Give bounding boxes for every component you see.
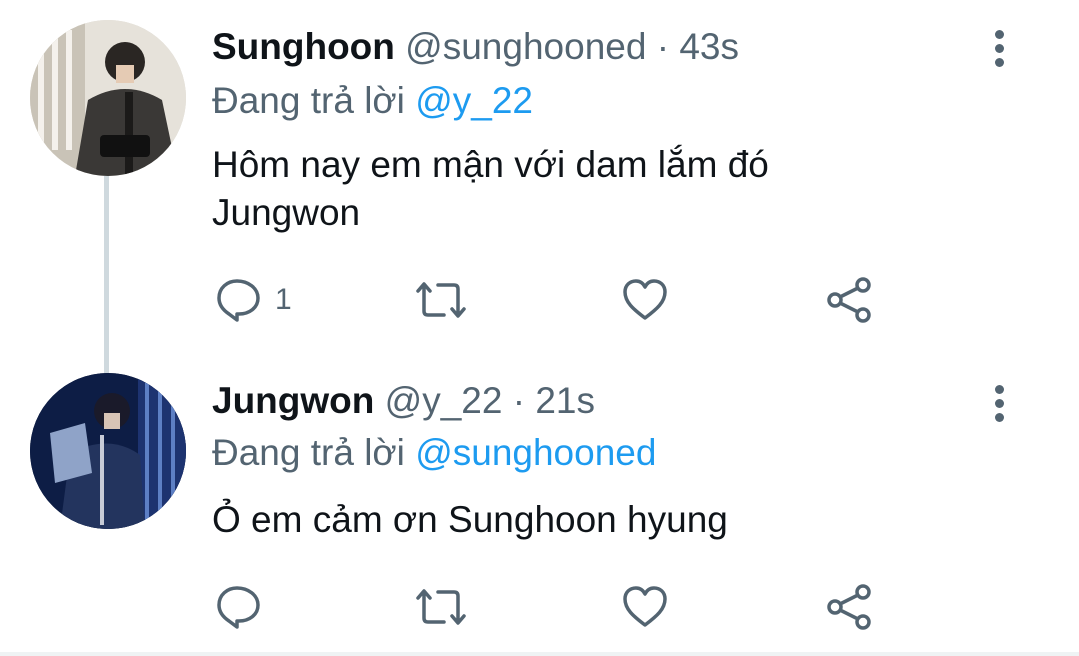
- user-handle[interactable]: @sunghooned: [405, 26, 646, 67]
- reply-button[interactable]: 1: [215, 277, 292, 323]
- reply-prefix: Đang trả lời: [212, 432, 405, 473]
- retweet-icon: [416, 282, 466, 318]
- tweet-text-line: Jungwon: [212, 192, 361, 233]
- retweet-icon: [416, 589, 466, 625]
- share-icon: [827, 277, 871, 323]
- more-icon: [984, 385, 1014, 422]
- timestamp[interactable]: 43s: [679, 26, 739, 67]
- reply-mention[interactable]: @sunghooned: [415, 432, 656, 473]
- divider: [0, 652, 1079, 656]
- reply-prefix: Đang trả lời: [212, 80, 405, 121]
- like-icon: [623, 586, 667, 627]
- like-icon: [623, 279, 667, 320]
- dot-separator: ·: [512, 380, 526, 421]
- avatar[interactable]: [30, 373, 186, 529]
- reply-button[interactable]: [215, 584, 275, 630]
- reply-icon: [217, 586, 260, 629]
- reply-mention[interactable]: @y_22: [415, 80, 533, 121]
- display-name[interactable]: Jungwon: [212, 380, 374, 421]
- tweet[interactable]: Sunghoon @sunghooned · 43s Đang trả lời …: [0, 0, 1079, 350]
- reply-icon: [217, 279, 260, 322]
- tweet-header: Sunghoon @sunghooned · 43s: [212, 26, 739, 68]
- tweet-header: Jungwon @y_22 · 21s: [212, 380, 595, 422]
- user-handle[interactable]: @y_22: [385, 380, 503, 421]
- more-options-button[interactable]: [984, 30, 1014, 78]
- retweet-button[interactable]: [414, 586, 468, 628]
- like-button[interactable]: [621, 585, 669, 629]
- dot-separator: ·: [656, 26, 670, 67]
- avatar-photo: [30, 20, 186, 176]
- replying-to: Đang trả lời @sunghooned: [212, 432, 656, 474]
- share-icon: [827, 584, 871, 630]
- tweet[interactable]: Jungwon @y_22 · 21s Đang trả lời @sungho…: [0, 360, 1079, 656]
- tweet-text-line: Ỏ em cảm ơn Sunghoon hyung: [212, 499, 728, 540]
- like-button[interactable]: [621, 278, 669, 322]
- tweet-text-line: Hôm nay em mận với dam lắm đó: [212, 144, 769, 185]
- display-name[interactable]: Sunghoon: [212, 26, 395, 67]
- tweet-text: Hôm nay em mận với dam lắm đó Jungwon: [212, 141, 912, 237]
- reply-count: 1: [275, 283, 292, 316]
- avatar[interactable]: [30, 20, 186, 176]
- avatar-photo: [30, 373, 186, 529]
- replying-to: Đang trả lời @y_22: [212, 80, 533, 122]
- more-options-button[interactable]: [984, 385, 1014, 433]
- more-icon: [984, 30, 1014, 67]
- share-button[interactable]: [825, 583, 873, 631]
- share-button[interactable]: [825, 276, 873, 324]
- tweet-text: Ỏ em cảm ơn Sunghoon hyung: [212, 496, 912, 544]
- retweet-button[interactable]: [414, 279, 468, 321]
- timestamp[interactable]: 21s: [535, 380, 595, 421]
